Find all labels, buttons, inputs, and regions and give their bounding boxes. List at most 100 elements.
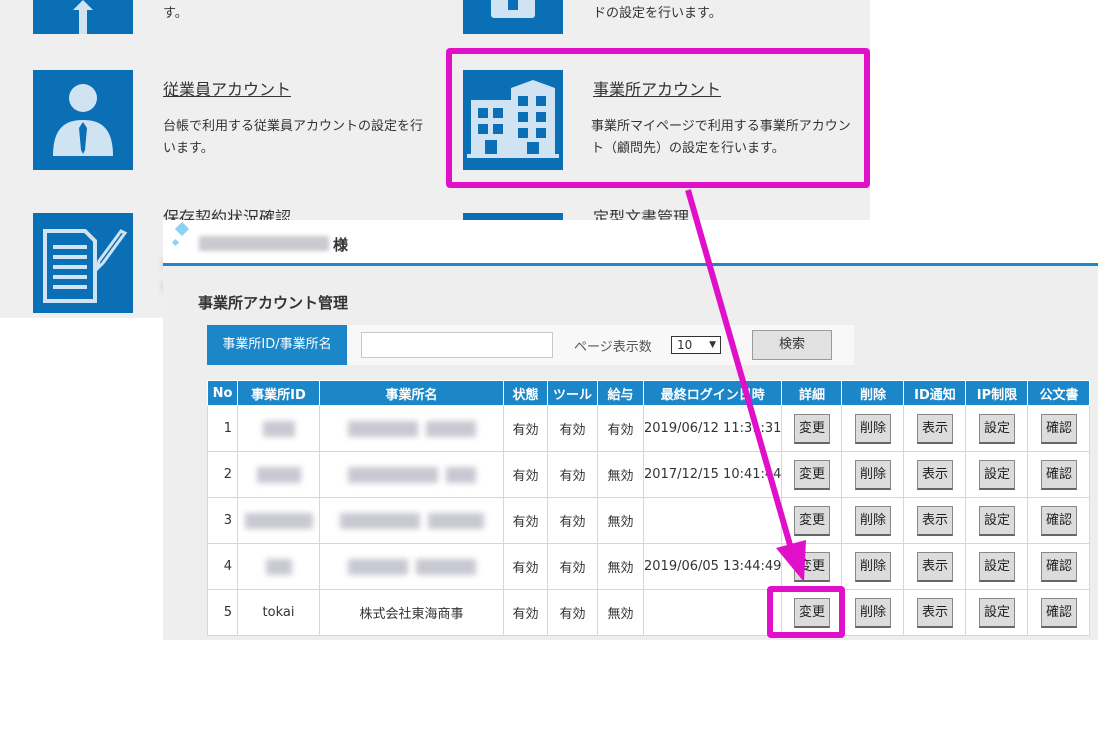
status-cell: 有効 — [503, 405, 548, 452]
employee-account-desc: 台帳で利用する従業員アカウントの設定を行 います。 — [163, 116, 423, 160]
delete-button[interactable]: 削除 — [854, 551, 891, 582]
chevron-down-icon: ▼ — [709, 340, 716, 350]
salary-cell: 有効 — [597, 405, 644, 452]
document-cell: 確認 — [1027, 405, 1091, 452]
redacted-text — [244, 512, 313, 529]
no-cell: 5 — [207, 589, 238, 636]
redacted-text — [262, 420, 295, 437]
detail-button[interactable]: 変更 — [793, 459, 830, 490]
ip-limit-button[interactable]: 設定 — [978, 597, 1015, 628]
id-notice-button[interactable]: 表示 — [916, 413, 953, 444]
document-button[interactable]: 確認 — [1040, 597, 1077, 628]
desc-line: 台帳で利用する従業員アカウントの設定を行 — [163, 119, 424, 134]
redacted-text — [445, 466, 476, 483]
id-notice-cell: 表示 — [903, 405, 967, 452]
ip-limit-button[interactable]: 設定 — [978, 505, 1015, 536]
detail-button[interactable]: 変更 — [793, 505, 830, 536]
document-button[interactable]: 確認 — [1040, 505, 1077, 536]
document-template-link[interactable]: 定型文書管理 — [593, 204, 689, 220]
delete-button[interactable]: 削除 — [854, 459, 891, 490]
delete-cell: 削除 — [841, 405, 905, 452]
document-cell: 確認 — [1027, 451, 1091, 498]
status-cell: 有効 — [503, 451, 548, 498]
tool-cell: 有効 — [547, 589, 598, 636]
search-button[interactable]: 検索 — [752, 330, 832, 360]
id-notice-cell: 表示 — [903, 497, 967, 544]
redacted-text — [265, 558, 292, 575]
redacted-text — [347, 420, 418, 437]
menu-tile-icon[interactable] — [463, 213, 563, 220]
delete-cell: 削除 — [841, 497, 905, 544]
office-account-highlight — [446, 48, 870, 188]
employee-account-link[interactable]: 従業員アカウント — [163, 76, 291, 100]
office-search-input[interactable] — [361, 332, 553, 358]
search-panel: 事業所ID/事業所名 ページ表示数 10 ▼ 検索 — [207, 325, 854, 365]
desc-line: います。 — [163, 141, 214, 156]
redacted-office-name-cell — [319, 497, 504, 544]
id-notice-button[interactable]: 表示 — [916, 551, 953, 582]
office-id-cell: tokai — [237, 589, 320, 636]
delete-cell: 削除 — [841, 451, 905, 498]
user-name-suffix: 様 — [333, 236, 349, 254]
menu-item-desc: ドの設定を行います。 — [593, 6, 722, 21]
column-header: 事業所名 — [319, 380, 504, 406]
redacted-text — [347, 466, 438, 483]
ip-limit-cell: 設定 — [965, 497, 1029, 544]
table-row: 1 有効 有効 有効 2019/06/12 11:31:31 変更 削除 表示 設定 確認 — [207, 405, 1091, 452]
table-row: 3 有効 有効 無効 変更 削除 表示 設定 確認 — [207, 497, 1091, 544]
id-notice-button[interactable]: 表示 — [916, 597, 953, 628]
status-cell: 有効 — [503, 543, 548, 590]
ip-limit-button[interactable]: 設定 — [978, 459, 1015, 490]
id-notice-button[interactable]: 表示 — [916, 459, 953, 490]
delete-button[interactable]: 削除 — [854, 505, 891, 536]
table-row: 4 有効 有効 無効 2019/06/05 13:44:49 変更 削除 表示 設定 確認 — [207, 543, 1091, 590]
last-login-cell: 2019/06/05 13:44:49 — [642, 543, 783, 590]
column-header: 状態 — [503, 380, 548, 406]
id-notice-cell: 表示 — [903, 543, 967, 590]
detail-button[interactable]: 変更 — [793, 413, 830, 444]
document-button[interactable]: 確認 — [1040, 551, 1077, 582]
office-account-table: No 事業所ID 事業所名 状態 ツール 給与 最終ログイン日時 詳細 削除 ID通知 IP制限 公文… — [207, 380, 1091, 636]
detail-button[interactable]: 変更 — [793, 551, 830, 582]
ip-limit-cell: 設定 — [965, 589, 1029, 636]
redacted-office-id-cell — [237, 451, 320, 498]
last-login-cell — [642, 497, 783, 544]
redacted-text — [347, 558, 408, 575]
ip-limit-button[interactable]: 設定 — [978, 413, 1015, 444]
id-notice-button[interactable]: 表示 — [916, 505, 953, 536]
redacted-office-name-cell — [319, 405, 504, 452]
search-field-label: 事業所ID/事業所名 — [207, 325, 347, 365]
delete-button[interactable]: 削除 — [854, 597, 891, 628]
document-button[interactable]: 確認 — [1040, 459, 1077, 490]
logo-dot-icon — [171, 238, 180, 247]
screenshot-stage: す。 ドの設定を行います。 従業員アカウント 台帳で利用する従業員アカウントの設… — [0, 0, 1098, 734]
document-button[interactable]: 確認 — [1040, 413, 1077, 444]
page-size-select[interactable]: 10 ▼ — [671, 336, 721, 354]
column-header: 公文書 — [1027, 380, 1091, 406]
redacted-office-name-cell — [319, 543, 504, 590]
status-cell: 有効 — [503, 497, 548, 544]
menu-tile-icon[interactable] — [463, 0, 563, 34]
detail-cell: 変更 — [781, 451, 843, 498]
status-cell: 有効 — [503, 589, 548, 636]
tool-cell: 有効 — [547, 451, 598, 498]
logo-diamond-icon — [174, 221, 190, 237]
employee-person-icon[interactable] — [33, 70, 133, 170]
page-size-value: 10 — [677, 338, 693, 352]
arrow-up-icon[interactable] — [33, 0, 133, 34]
column-header: 詳細 — [781, 380, 843, 406]
id-notice-cell: 表示 — [903, 451, 967, 498]
redacted-office-id-cell — [237, 405, 320, 452]
office-name-cell: 株式会社東海商事 — [319, 589, 504, 636]
ip-limit-button[interactable]: 設定 — [978, 551, 1015, 582]
last-login-cell: 2019/06/12 11:31:31 — [642, 405, 783, 452]
redacted-text — [256, 466, 301, 483]
redacted-text — [425, 420, 476, 437]
document-pen-icon[interactable] — [33, 213, 133, 313]
column-header: No — [207, 380, 238, 406]
contract-status-link[interactable]: 保存契約状況確認 — [163, 204, 291, 220]
delete-button[interactable]: 削除 — [854, 413, 891, 444]
tool-cell: 有効 — [547, 405, 598, 452]
column-header: 最終ログイン日時 — [642, 380, 783, 406]
page-title: 事業所アカウント管理 — [198, 294, 349, 312]
